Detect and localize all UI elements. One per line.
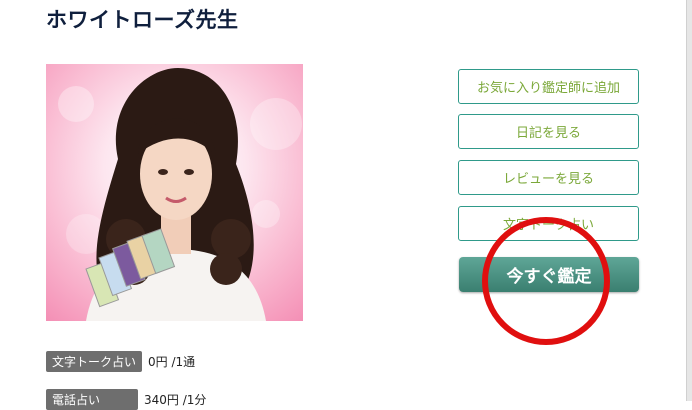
price-row-phone: 電話占い 340円 /1分 — [46, 389, 206, 410]
advisor-portrait — [46, 64, 303, 321]
text-chat-reading-button[interactable]: 文字トーク占い — [458, 206, 639, 241]
price-row-text-chat: 文字トーク占い 0円 /1通 — [46, 351, 195, 372]
add-favorite-button[interactable]: お気に入り鑑定師に追加 — [458, 69, 639, 104]
price-tag: 文字トーク占い — [46, 351, 143, 372]
price-value: 340円 /1分 — [144, 393, 207, 407]
price-tag: 電話占い — [46, 389, 138, 410]
portrait-image — [58, 68, 302, 321]
view-diary-button[interactable]: 日記を見る — [458, 114, 639, 149]
price-value: 0円 /1通 — [148, 355, 196, 369]
page-edge — [686, 0, 692, 401]
view-reviews-button[interactable]: レビューを見る — [458, 160, 639, 195]
consult-now-button[interactable]: 今すぐ鑑定 — [459, 257, 639, 292]
page-title: ホワイトローズ先生 — [46, 8, 239, 32]
